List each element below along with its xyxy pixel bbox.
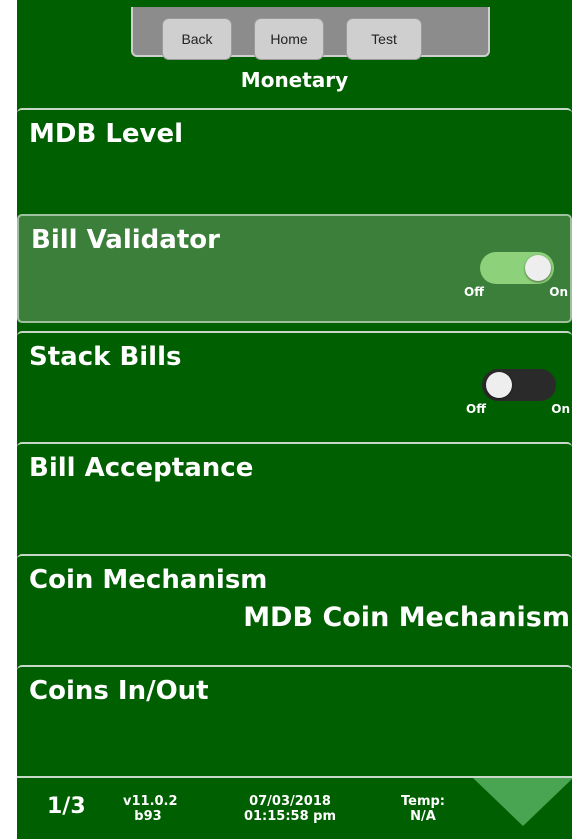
- monetary-screen: MDB Level Bill Validator Off On Stack Bi…: [17, 0, 572, 839]
- menu-item-label: Stack Bills: [29, 342, 182, 372]
- menu-item-label: Coins In/Out: [29, 676, 209, 706]
- menu-item-coins-in-out[interactable]: Coins In/Out: [17, 665, 572, 776]
- menu-item-mdb-level[interactable]: MDB Level: [17, 108, 572, 211]
- menu-item-coin-mechanism[interactable]: Coin Mechanism MDB Coin Mechanism: [17, 554, 572, 657]
- home-button[interactable]: Home: [254, 18, 324, 60]
- toggle-knob[interactable]: [525, 255, 551, 281]
- menu-item-bill-validator[interactable]: Bill Validator Off On: [17, 214, 572, 323]
- menu-item-stack-bills[interactable]: Stack Bills Off On: [17, 331, 572, 434]
- date-label: 07/03/2018: [249, 794, 331, 809]
- status-footer: 1/3 v11.0.2 b93 07/03/2018 01:15:58 pm T…: [17, 776, 572, 839]
- page-indicator: 1/3: [47, 794, 86, 819]
- menu-item-label: MDB Level: [29, 119, 184, 149]
- down-arrow-icon[interactable]: [473, 778, 572, 826]
- menu-item-bill-acceptance[interactable]: Bill Acceptance: [17, 442, 572, 545]
- toggle-off-label: Off: [464, 285, 484, 299]
- menu-item-value: MDB Coin Mechanism: [243, 602, 570, 633]
- toggle-track[interactable]: [480, 252, 554, 284]
- menu-item-label: Bill Validator: [31, 225, 220, 255]
- toggle-on-label: On: [549, 285, 568, 299]
- back-button[interactable]: Back: [162, 18, 232, 60]
- stack-bills-toggle[interactable]: Off On: [464, 369, 572, 417]
- time-label: 01:15:58 pm: [243, 809, 337, 824]
- test-button[interactable]: Test: [346, 18, 422, 60]
- temp-value: N/A: [410, 809, 436, 824]
- toggle-track[interactable]: [482, 369, 556, 401]
- version-label: v11.0.2: [123, 794, 178, 809]
- toggle-on-label: On: [551, 402, 570, 416]
- bill-validator-toggle[interactable]: Off On: [462, 252, 570, 300]
- build-label: b93: [134, 809, 162, 824]
- menu-item-label: Bill Acceptance: [29, 453, 254, 483]
- version-info: v11.0.2 b93: [123, 794, 178, 824]
- toggle-knob[interactable]: [486, 372, 512, 398]
- temperature-info: Temp: N/A: [393, 794, 453, 824]
- page-title: Monetary: [240, 68, 349, 92]
- menu-item-label: Coin Mechanism: [29, 565, 268, 595]
- datetime-info: 07/03/2018 01:15:58 pm: [225, 794, 355, 824]
- temp-label: Temp:: [400, 794, 445, 809]
- toggle-off-label: Off: [466, 402, 486, 416]
